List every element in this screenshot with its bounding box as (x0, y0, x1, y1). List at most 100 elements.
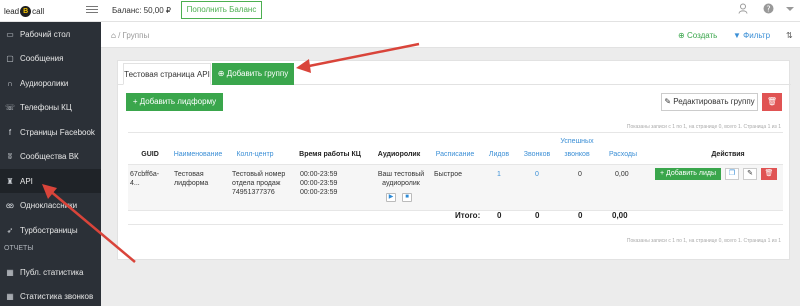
sidebar-item-audio[interactable]: ∩ Аудиоролики (0, 71, 101, 95)
home-icon[interactable]: ⌂ (111, 31, 116, 40)
sidebar-item-facebook[interactable]: f Страницы Facebook (0, 120, 101, 144)
phone-icon: ☏ (5, 102, 16, 112)
user-icon[interactable] (737, 3, 749, 17)
menu-toggle-icon[interactable] (86, 4, 98, 16)
pencil-icon: ✎ (664, 97, 672, 106)
svg-text:?: ? (766, 4, 770, 13)
help-icon[interactable]: ? (762, 3, 774, 17)
cell-worktime-line3: 00:00-23:59 (300, 189, 338, 196)
table-top-border (128, 132, 783, 133)
desktop-icon: ▭ (6, 29, 14, 39)
column-header-guid[interactable]: GUID (130, 150, 170, 159)
sidebar-item-desktop[interactable]: ▭ Рабочий стол (0, 22, 101, 46)
edit-group-label: Редактировать группу (673, 97, 755, 106)
chart-icon: ▦ (6, 291, 14, 301)
cell-callcenter: Тестовый номер отдела продаж 74951377376 (232, 170, 285, 197)
sidebar-item-label: Статистика звонков (20, 291, 94, 301)
column-header-callcenter[interactable]: Колл-центр (230, 150, 280, 159)
add-leadform-button[interactable]: + Добавить лидформу (126, 93, 223, 111)
column-header-audio: Аудиоролик (377, 151, 421, 158)
message-icon: ▢ (6, 53, 14, 63)
sidebar-item-label: Рабочий стол (20, 29, 71, 39)
totals-success: 0 (578, 211, 583, 220)
add-leads-button[interactable]: + Добавить лиды (655, 168, 721, 180)
sidebar-item-odnoklassniki[interactable]: ꙭ Одноклассники (0, 193, 101, 217)
logo[interactable]: lead B call (4, 3, 88, 19)
sidebar-item-label: Аудиоролики (20, 78, 69, 88)
api-icon: ♜ (6, 176, 14, 186)
logo-text-right: call (32, 6, 45, 16)
caret-down-icon[interactable] (784, 3, 796, 17)
cell-calls[interactable]: 0 (535, 170, 539, 179)
column-header-schedule[interactable]: Расписание (430, 150, 480, 159)
delete-group-button[interactable]: 🗑 (762, 93, 782, 111)
stop-icon[interactable]: ■ (402, 193, 412, 202)
cell-worktime-line1: 00:00-23:59 (300, 171, 338, 178)
sidebar-item-vk[interactable]: ʬ Сообщества ВК (0, 144, 101, 168)
column-header-expenses[interactable]: Расходы (604, 150, 642, 159)
sidebar-item-call-stats[interactable]: ▦ Статистика звонков (0, 284, 101, 306)
column-header-calls[interactable]: Звонков (520, 150, 554, 159)
sidebar-item-api[interactable]: ♜ API (0, 169, 101, 193)
logo-mark: B (20, 5, 32, 17)
tab-bar: Тестовая страница API ⊕ Добавить группу (118, 63, 791, 85)
filter-icon: ▼ (733, 31, 741, 40)
sidebar-item-phones[interactable]: ☏ Телефоны КЦ (0, 95, 101, 119)
rocket-icon: ➶ (6, 225, 14, 235)
sidebar-item-label: API (20, 176, 33, 186)
tab-api-page[interactable]: Тестовая страница API (123, 63, 211, 85)
sidebar-item-label: Публ. статистика (20, 267, 84, 277)
edit-icon[interactable]: ✎ (743, 168, 757, 180)
sidebar-item-label: Одноклассники (20, 200, 78, 210)
top-bar: lead B call Баланс: 50,00 ₽ Пополнить Ба… (0, 0, 800, 22)
delete-icon[interactable]: 🗑 (761, 168, 777, 180)
cell-audio-line2: аудиоролик (382, 180, 420, 187)
cell-success: 0 (578, 171, 582, 178)
totals-leads: 0 (497, 211, 502, 220)
sidebar-item-messages[interactable]: ▢ Сообщения (0, 46, 101, 70)
cell-leads[interactable]: 1 (497, 170, 501, 179)
filter-button[interactable]: ▼ Фильтр (733, 31, 770, 40)
totals-expenses: 0,00 (612, 211, 628, 220)
sidebar-item-label: Телефоны КЦ (20, 102, 72, 112)
cell-schedule: Быстрое (434, 171, 463, 178)
column-header-worktime: Время работы КЦ (299, 151, 361, 158)
column-header-success[interactable]: Успешных звонков (556, 137, 598, 159)
column-header-leads[interactable]: Лидов (482, 150, 516, 159)
cell-callcenter-line2: отдела продаж (232, 180, 281, 187)
cell-audio-line1: Ваш тестовый (377, 171, 425, 178)
column-header-name[interactable]: Наименование (170, 150, 226, 159)
column-header-actions: Действия (711, 151, 745, 158)
tab-add-group[interactable]: ⊕ Добавить группу (212, 63, 294, 85)
cell-worktime-line2: 00:00-23:59 (300, 180, 338, 187)
balance-text: Баланс: 50,00 ₽ (112, 6, 172, 15)
column-header-success-line1: Успешных (560, 138, 594, 145)
cell-name: Тестовая лидформа (174, 170, 208, 188)
vk-icon: ʬ (8, 151, 12, 161)
breadcrumb-current: Группы (122, 31, 150, 40)
totals-calls: 0 (535, 211, 540, 220)
cell-audio: Ваш тестовый аудиоролик (376, 170, 426, 188)
facebook-icon: f (8, 127, 12, 137)
filter-label: Фильтр (743, 31, 771, 40)
sort-icon[interactable]: ⇅ (786, 31, 793, 40)
cell-callcenter-line3: 74951377376 (232, 189, 275, 196)
sidebar-item-turbo[interactable]: ➶ Турбостраницы (0, 218, 101, 242)
create-button[interactable]: ⊕ Создать (678, 31, 717, 40)
tab-add-group-label: Добавить группу (226, 69, 289, 78)
play-icon[interactable]: ▶ (386, 193, 396, 202)
copy-icon[interactable]: ❐ (725, 168, 739, 180)
cell-name-line1: Тестовая (174, 171, 204, 178)
headphones-icon: ∩ (7, 78, 13, 88)
ok-icon: ꙭ (5, 200, 15, 210)
topup-balance-button[interactable]: Пополнить Баланс (181, 1, 262, 19)
main-panel: Тестовая страница API ⊕ Добавить группу … (117, 60, 791, 260)
sidebar-item-public-stats[interactable]: ▦ Публ. статистика (0, 260, 101, 284)
totals-label: Итого: (455, 211, 481, 220)
sidebar-item-label: Сообщества ВК (20, 151, 79, 161)
cell-guid-line1: 67cbff6a- (130, 171, 160, 178)
cell-expenses: 0,00 (615, 171, 629, 178)
edit-group-button[interactable]: ✎ Редактировать группу (661, 93, 758, 111)
sidebar: ▭ Рабочий стол ▢ Сообщения ∩ Аудиоролики… (0, 22, 101, 306)
breadcrumb-separator: / (118, 31, 121, 40)
